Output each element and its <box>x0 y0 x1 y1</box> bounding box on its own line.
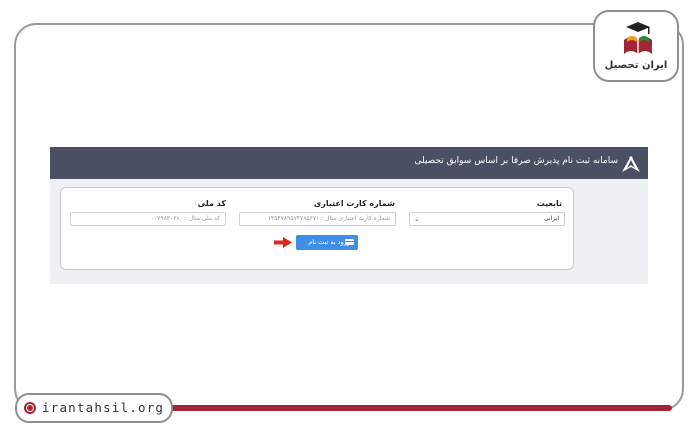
submit-registration-button[interactable]: ورود به ثبت نام <box>296 235 358 250</box>
app-header: سامانه ثبت نام پذیرش صرفا بر اساس سوابق … <box>50 147 648 179</box>
footer-accent-line <box>160 405 672 411</box>
red-arrow-icon <box>274 237 292 248</box>
brand-logo-badge: ایران تحصیل <box>593 10 679 82</box>
site-url-text: irantahsil.org <box>42 400 165 415</box>
globe-icon <box>24 402 36 414</box>
nationality-label: تابعیت <box>536 199 562 208</box>
card-number-input[interactable]: شماره کارت اعتباری مثال : ۱۳۵۴۷۸۹۵۷۴۷۸۵۶… <box>239 212 396 226</box>
header-title: سامانه ثبت نام پذیرش صرفا بر اساس سوابق … <box>414 156 618 166</box>
national-code-input[interactable]: کد ملی مثال : ۰۰۷۹۸۳۰۳۸۰ <box>70 212 226 226</box>
site-url-badge[interactable]: irantahsil.org <box>15 393 173 423</box>
nationality-select[interactable]: ⌄ ایرانی <box>409 212 565 226</box>
card-number-label: شماره کارت اعتباری <box>313 199 395 208</box>
submit-button-label: ورود به ثبت نام <box>308 238 350 246</box>
national-code-label: کد ملی <box>197 199 226 208</box>
university-emblem-icon <box>622 156 640 172</box>
brand-logo-text: ایران تحصیل <box>604 60 668 71</box>
screenshot-area: سامانه ثبت نام پذیرش صرفا بر اساس سوابق … <box>50 147 648 284</box>
chevron-down-icon: ⌄ <box>414 215 420 223</box>
book-graduation-icon <box>624 22 652 54</box>
credit-card-icon <box>345 239 354 245</box>
registration-form-panel: تابعیت ⌄ ایرانی شماره کارت اعتباری شماره… <box>60 187 574 270</box>
nationality-value: ایرانی <box>544 215 559 222</box>
